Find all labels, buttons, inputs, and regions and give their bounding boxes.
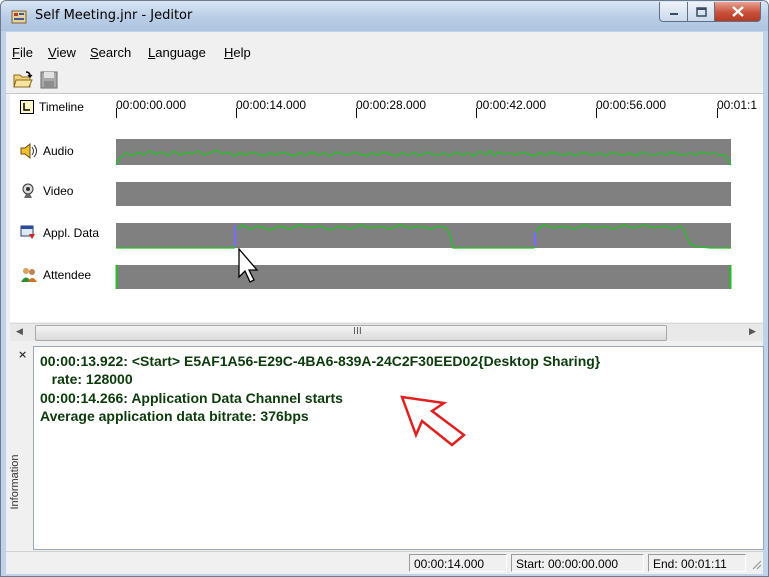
app-window: Self Meeting.jnr - Jeditor File View Sea… — [0, 0, 769, 577]
save-button[interactable] — [38, 69, 60, 91]
save-icon — [40, 71, 58, 89]
info-close-icon[interactable]: × — [18, 348, 27, 361]
scroll-right-icon[interactable]: ▶ — [749, 327, 756, 337]
menu-file-mnemonic: F — [12, 45, 20, 60]
info-line: Average application data bitrate: 376bps — [40, 408, 309, 424]
status-start: Start: 00:00:00.000 — [511, 554, 644, 572]
scroll-grip: III — [353, 326, 362, 337]
information-text-box[interactable]: 00:00:13.922: <Start> E5AF1A56-E29C-4BA6… — [33, 346, 764, 550]
title-bar[interactable]: Self Meeting.jnr - Jeditor — [1, 1, 768, 31]
status-position: 00:00:14.000 — [409, 554, 507, 572]
close-icon — [731, 6, 744, 17]
video-track-bar[interactable] — [116, 182, 731, 206]
attendee-track-bar[interactable] — [116, 265, 731, 289]
menu-file[interactable]: File — [12, 45, 33, 60]
minimize-button[interactable] — [659, 2, 688, 22]
menu-search-rest: earch — [98, 45, 132, 60]
info-line: 00:00:13.922: <Start> E5AF1A56-E29C-4BA6… — [40, 353, 601, 369]
open-button[interactable] — [12, 69, 34, 91]
menu-help[interactable]: Help — [224, 45, 251, 60]
audio-track-bar[interactable] — [116, 139, 731, 165]
menu-view-rest: iew — [56, 45, 76, 60]
maximize-icon — [695, 6, 707, 17]
window-title: Self Meeting.jnr - Jeditor — [35, 8, 193, 23]
scroll-left-icon[interactable]: ◀ — [16, 327, 23, 337]
resize-grip-icon[interactable] — [750, 558, 762, 570]
status-end: End: 00:01:11 — [648, 554, 746, 572]
maximize-button[interactable] — [687, 2, 715, 22]
horizontal-scrollbar[interactable]: ◀ III ▶ — [10, 323, 763, 341]
jeditor-app-icon — [11, 10, 27, 24]
info-line: rate: 128000 — [40, 371, 133, 387]
menu-file-rest: ile — [19, 45, 33, 60]
minimize-icon — [669, 12, 678, 15]
close-button[interactable] — [714, 2, 761, 22]
info-line: 00:00:14.266: Application Data Channel s… — [40, 390, 343, 406]
menu-bar: File View Search Language Help — [6, 43, 763, 64]
menu-search[interactable]: Search — [90, 45, 131, 60]
menu-view[interactable]: View — [48, 45, 76, 60]
menu-help-rest: elp — [233, 45, 251, 60]
status-bar: 00:00:14.000 Start: 00:00:00.000 End: 00… — [6, 551, 763, 574]
information-side-label: Information — [9, 454, 21, 510]
timeline-panel[interactable]: Timeline 00:00:00.000 00:00:14.000 00:00… — [10, 94, 763, 322]
track-canvas — [115, 139, 732, 289]
menu-help-mnemonic: H — [224, 45, 234, 60]
menu-language-rest: anguage — [155, 45, 206, 60]
menu-search-mnemonic: S — [90, 45, 99, 60]
scroll-thumb[interactable]: III — [35, 325, 667, 341]
annotation-arrow-icon — [400, 395, 467, 447]
menu-language[interactable]: Language — [148, 45, 206, 60]
folder-open-icon — [13, 71, 33, 88]
toolbar — [6, 65, 763, 95]
